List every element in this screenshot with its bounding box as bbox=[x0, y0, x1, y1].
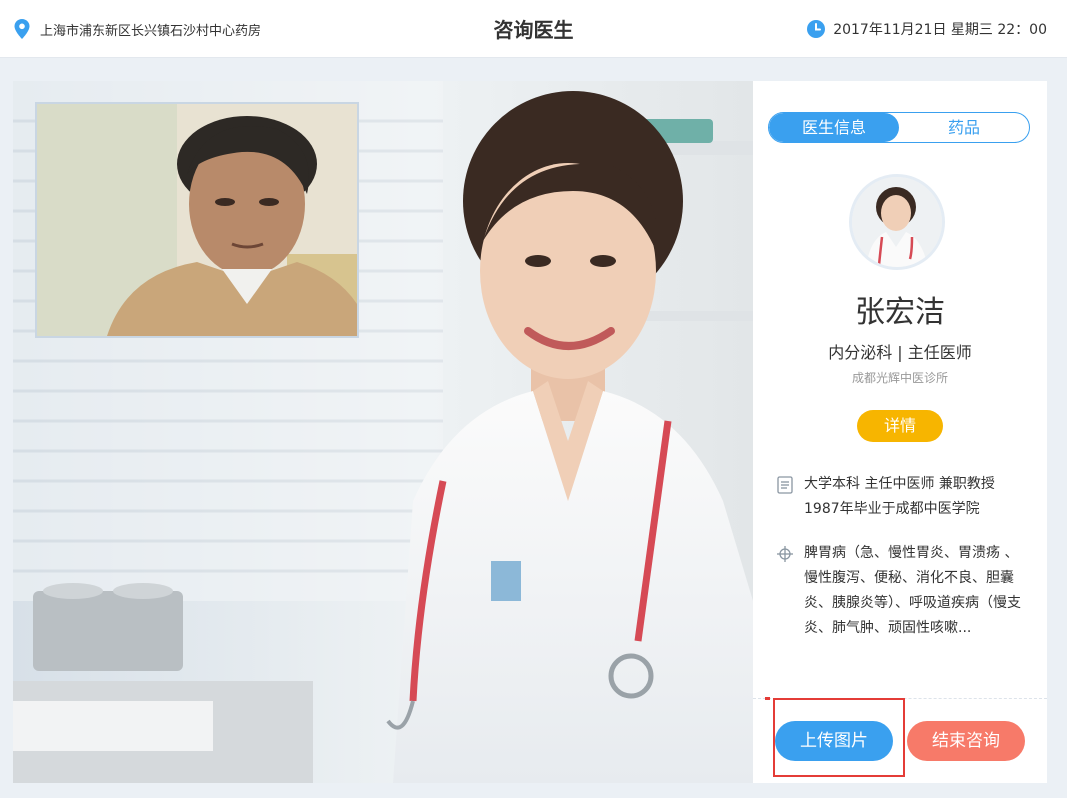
detail-button[interactable]: 详情 bbox=[857, 410, 943, 442]
patient-video bbox=[35, 102, 359, 338]
end-consultation-button[interactable]: 结束咨询 bbox=[907, 721, 1025, 761]
clock-icon bbox=[807, 20, 826, 38]
top-bar: 上海市浦东新区长兴镇石沙村中心药房 咨询医生 2017年11月21日 星期三 2… bbox=[0, 0, 1067, 58]
panel-tabs: 医生信息 药品 bbox=[768, 112, 1030, 143]
patient-video-image bbox=[37, 104, 357, 336]
panel-divider bbox=[753, 698, 1047, 699]
datetime-info: 2017年11月21日 星期三 22：00 bbox=[807, 18, 1047, 40]
doctor-avatar-image bbox=[852, 177, 942, 267]
doctor-department: 内分泌科 | 主任医师 bbox=[828, 343, 972, 362]
doctor-clinic: 成都光辉中医诊所 bbox=[851, 371, 948, 385]
upload-image-button[interactable]: 上传图片 bbox=[775, 721, 893, 761]
doctor-info-panel: 医生信息 药品 张宏洁 内分泌科 | 主任医师 成都光辉中医诊所 详情 大学本科… bbox=[753, 81, 1047, 783]
annotation-marker bbox=[765, 697, 770, 700]
doctor-name: 张宏洁 bbox=[855, 295, 945, 330]
document-icon bbox=[777, 476, 793, 494]
doctor-avatar bbox=[849, 174, 945, 270]
doctor-specialty: 脾胃病（急、慢性胃炎、胃溃疡 、慢性腹泻、便秘、消化不良、胆囊炎、胰腺炎等）、呼… bbox=[804, 545, 1021, 636]
doctor-specialty-row: 脾胃病（急、慢性胃炎、胃溃疡 、慢性腹泻、便秘、消化不良、胆囊炎、胰腺炎等）、呼… bbox=[776, 541, 1028, 641]
doctor-education: 大学本科 主任中医师 兼职教授 1987年毕业于成都中医学院 bbox=[804, 476, 995, 517]
tab-doctor-info[interactable]: 医生信息 bbox=[769, 113, 899, 142]
crosshair-icon bbox=[777, 546, 793, 562]
datetime-text: 2017年11月21日 星期三 22：00 bbox=[833, 22, 1047, 38]
doctor-education-row: 大学本科 主任中医师 兼职教授 1987年毕业于成都中医学院 bbox=[776, 472, 1028, 522]
tab-medicine[interactable]: 药品 bbox=[899, 113, 1029, 142]
